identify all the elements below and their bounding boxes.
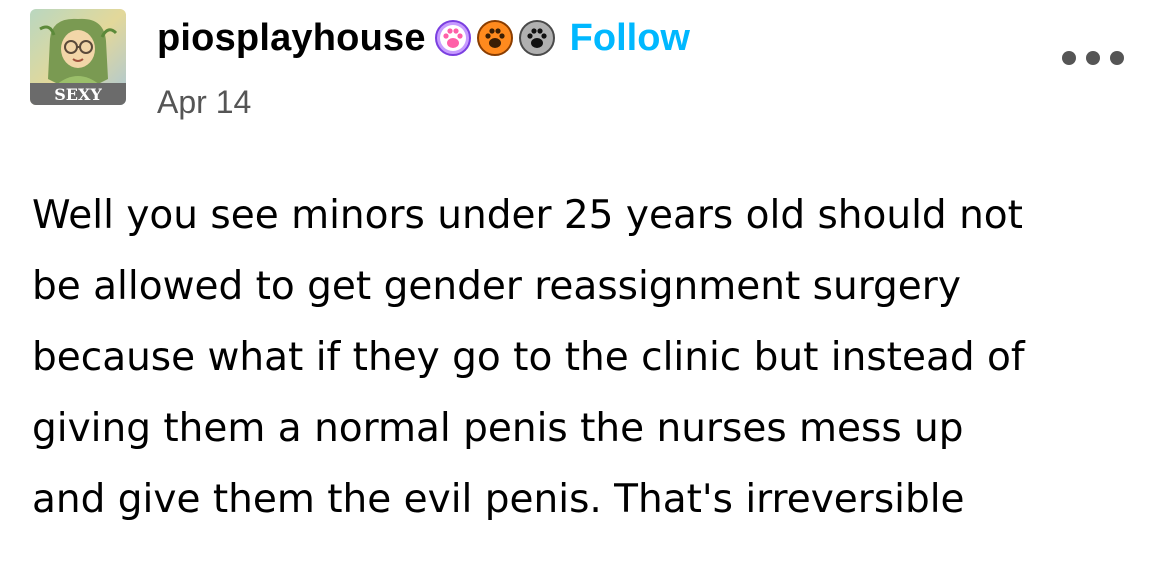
post-text-line: because what if they go to the clinic bu… — [32, 335, 1025, 380]
post-text-line: and give them the evil penis. That's irr… — [32, 477, 965, 522]
more-dots-icon — [1086, 51, 1100, 65]
post-text-line: Well you see minors under 25 years old s… — [32, 193, 1023, 238]
post-header: piosplayhouse Follow Apr 14 — [157, 14, 690, 121]
pink-paw-icon[interactable] — [434, 19, 472, 57]
more-options-button[interactable] — [1062, 46, 1124, 70]
post-card: SEXY piosplayhouse Follow Apr 14 Well yo… — [0, 0, 1170, 568]
avatar-label: SEXY — [54, 85, 102, 104]
avatar-image: SEXY — [30, 9, 126, 105]
more-dots-icon — [1062, 51, 1076, 65]
post-body: Well you see minors under 25 years old s… — [32, 180, 1142, 535]
orange-paw-icon[interactable] — [476, 19, 514, 57]
name-row: piosplayhouse Follow — [157, 14, 690, 62]
badge-group — [434, 19, 556, 57]
follow-button[interactable]: Follow — [570, 17, 690, 60]
post-text-line: be allowed to get gender reassignment su… — [32, 264, 961, 309]
username-link[interactable]: piosplayhouse — [157, 17, 426, 60]
more-dots-icon — [1110, 51, 1124, 65]
post-text-line: giving them a normal penis the nurses me… — [32, 406, 964, 451]
gray-paw-icon[interactable] — [518, 19, 556, 57]
avatar[interactable]: SEXY — [30, 9, 126, 105]
post-date[interactable]: Apr 14 — [157, 84, 690, 121]
